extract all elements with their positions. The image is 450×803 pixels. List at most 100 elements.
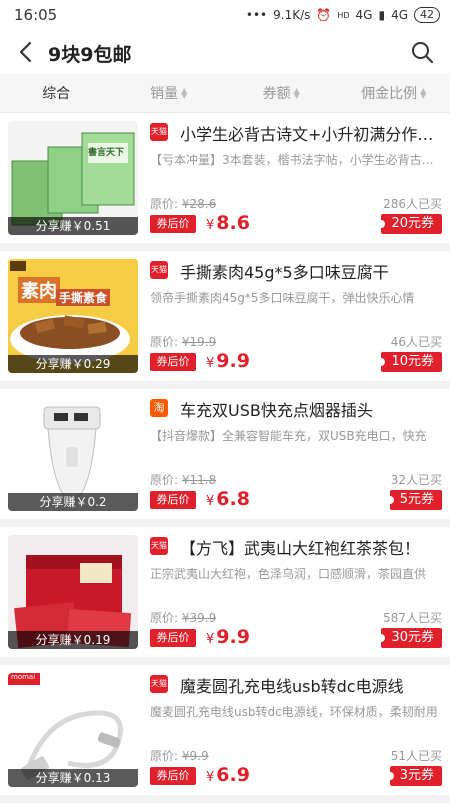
original-price-label: 原价: [150,197,178,211]
sold-count: 32人已买 [391,471,442,488]
price-symbol: ¥ [206,770,214,785]
sold-count: 46人已买 [391,333,442,350]
sort-arrows-icon: ▲▼ [420,88,426,98]
coupon-button[interactable]: 3元券 [390,766,442,786]
book-cover-text: 書言天下 [88,145,124,158]
product-card[interactable]: 分享赚￥0.19 天猫 【方飞】武夷山大红袍红茶茶包！ 正宗武夷山大红袍，色泽乌… [0,527,450,657]
original-price: 原价: ¥28.6 [150,195,216,212]
original-price-label: 原价: [150,335,178,349]
original-price-value: ¥39.9 [182,611,216,625]
sold-count: 587人已买 [383,609,442,626]
share-earn-label[interactable]: 分享赚￥0.51 [8,217,138,235]
price-value: 6.8 [216,488,250,510]
original-price: 原价: ¥39.9 [150,609,216,626]
original-price-value: ¥28.6 [182,197,216,211]
original-price-label: 原价: [150,749,178,763]
share-earn-label[interactable]: 分享赚￥0.19 [8,631,138,649]
product-desc: 领帝手撕素肉45g*5多口味豆腐干，弹出快乐心情 [150,289,442,306]
final-price: ¥8.6 [206,212,250,234]
sort-tab-label: 综合 [42,83,70,103]
alarm-icon: ⏰ [316,8,331,22]
price-symbol: ¥ [206,494,214,509]
tmall-badge-icon: 天猫 [150,123,168,141]
hd-icon: HD [337,11,349,20]
price-symbol: ¥ [206,632,214,647]
share-earn-label[interactable]: 分享赚￥0.29 [8,355,138,373]
sold-count: 51人已买 [391,747,442,764]
sold-count: 286人已买 [383,195,442,212]
battery-icon: 42 [414,7,440,23]
original-price-label: 原价: [150,611,178,625]
price-value: 9.9 [216,626,250,648]
product-title: 车充双USB快充点烟器插头 [180,397,442,421]
sort-tab-label: 佣金比例 [361,83,417,103]
coupon-button[interactable]: 5元券 [390,490,442,510]
share-earn-label[interactable]: 分享赚￥0.13 [8,769,138,787]
tmall-badge-icon: 天猫 [150,261,168,279]
sort-bar: 综合 销量 ▲▼ 券额 ▲▼ 佣金比例 ▲▼ [0,74,450,113]
final-price: ¥6.8 [206,488,250,510]
price-symbol: ¥ [206,218,214,233]
network-speed: 9.1K/s [273,8,310,22]
sort-arrows-icon: ▲▼ [181,88,187,98]
product-card[interactable]: 書言天下 分享赚￥0.51 天猫 小学生必背古诗文+小升初满分作文字帖 【亏本冲… [0,113,450,243]
taobao-badge-icon: 淘 [150,399,168,417]
sort-arrows-icon: ▲▼ [294,88,300,98]
after-coupon-tag: 券后价 [150,629,196,647]
sort-tab-commission[interactable]: 佣金比例 ▲▼ [338,74,450,112]
product-desc: 【亏本冲量】3本套装，楷书法字帖，小学生必背古诗文 [150,151,442,168]
product-desc: 正宗武夷山大红袍，色泽乌润，口感顺滑，茶园直供 [150,565,442,582]
signal-icon: ▮ [378,8,385,22]
original-price: 原价: ¥11.8 [150,471,216,488]
product-title: 【方飞】武夷山大红袍红茶茶包！ [180,535,442,559]
food-label-text: 素肉 [18,277,60,303]
product-desc: 【抖音爆款】全兼容智能车充，双USB充电口，快充 [150,427,442,444]
final-price: ¥6.9 [206,764,250,786]
tmall-badge-icon: 天猫 [150,675,168,693]
coupon-button[interactable]: 10元券 [381,352,442,372]
product-card[interactable]: 素肉 手撕素食 分享赚￥0.29 天猫 手撕素肉45g*5多口味豆腐干 领帝手撕… [0,251,450,381]
page-title: 9块9包邮 [48,40,131,67]
nav-bar: 9块9包邮 [0,30,450,74]
brand-logo-text: momai [11,673,35,681]
status-time: 16:05 [14,6,57,24]
sort-tab-comprehensive[interactable]: 综合 [0,74,113,112]
after-coupon-tag: 券后价 [150,491,196,509]
share-earn-label[interactable]: 分享赚￥0.2 [8,493,138,511]
sort-tab-sales[interactable]: 销量 ▲▼ [113,74,226,112]
product-desc: 魔麦圆孔充电线usb转dc电源线，环保材质，柔韧耐用 [150,703,442,720]
coupon-button[interactable]: 30元券 [381,628,442,648]
network-label-2: 4G [391,8,408,22]
sort-tab-label: 销量 [150,83,178,103]
network-label: 4G [356,8,373,22]
original-price-value: ¥9.9 [182,749,209,763]
original-price: 原价: ¥9.9 [150,747,209,764]
product-list: 書言天下 分享赚￥0.51 天猫 小学生必背古诗文+小升初满分作文字帖 【亏本冲… [0,113,450,803]
sort-tab-coupon[interactable]: 券额 ▲▼ [225,74,338,112]
coupon-button[interactable]: 20元券 [381,214,442,234]
food-label-text: 手撕素食 [56,289,110,306]
price-value: 8.6 [216,212,250,234]
after-coupon-tag: 券后价 [150,353,196,371]
back-arrow-icon[interactable] [16,40,36,64]
status-bar: 16:05 ••• 9.1K/s ⏰ HD 4G ▮ 4G 42 [0,0,450,30]
product-card[interactable]: 分享赚￥0.2 淘 车充双USB快充点烟器插头 【抖音爆款】全兼容智能车充，双U… [0,389,450,519]
after-coupon-tag: 券后价 [150,767,196,785]
status-indicators: ••• 9.1K/s ⏰ HD 4G ▮ 4G 42 [246,7,440,23]
sort-tab-label: 券额 [263,83,291,103]
product-title: 魔麦圆孔充电线usb转dc电源线 [180,673,442,697]
product-title: 小学生必背古诗文+小升初满分作文字帖 [180,121,442,145]
status-dots: ••• [246,8,267,22]
original-price-value: ¥19.9 [182,335,216,349]
final-price: ¥9.9 [206,350,250,372]
after-coupon-tag: 券后价 [150,215,196,233]
price-value: 6.9 [216,764,250,786]
product-card[interactable]: momai 分享赚￥0.13 天猫 魔麦圆孔充电线usb转dc电源线 魔麦圆孔充… [0,665,450,795]
final-price: ¥9.9 [206,626,250,648]
original-price-value: ¥11.8 [182,473,216,487]
search-icon[interactable] [410,40,434,64]
price-symbol: ¥ [206,356,214,371]
tmall-badge-icon: 天猫 [150,537,168,555]
price-value: 9.9 [216,350,250,372]
product-title: 手撕素肉45g*5多口味豆腐干 [180,259,442,283]
